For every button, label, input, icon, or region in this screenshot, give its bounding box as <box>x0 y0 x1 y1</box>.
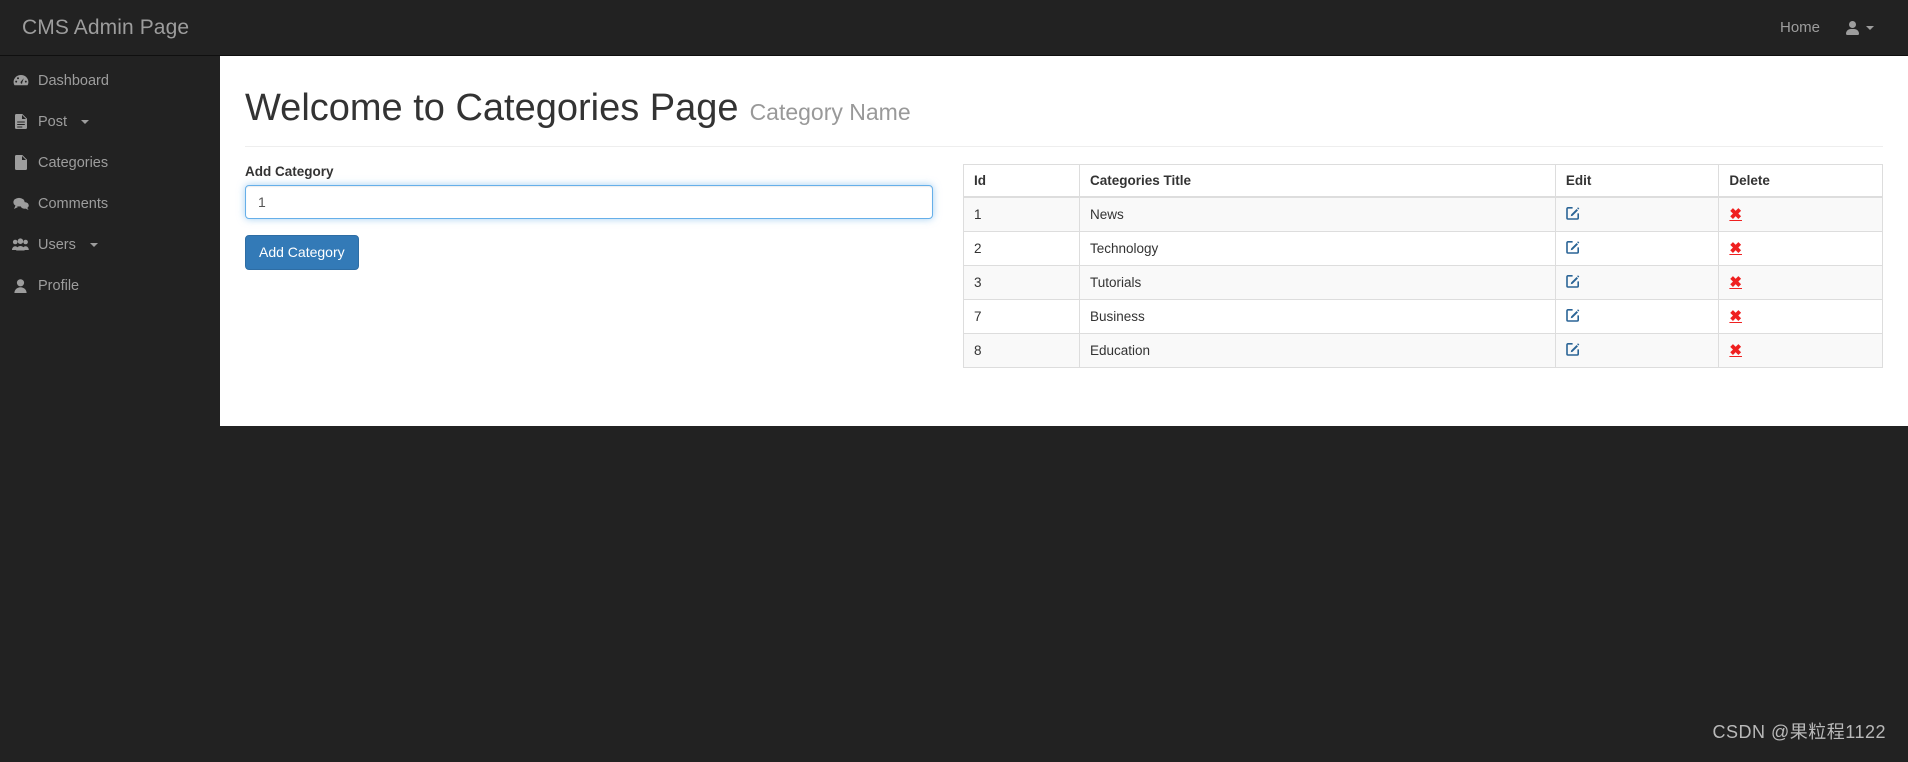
edit-square-icon[interactable] <box>1566 308 1580 322</box>
cell-edit <box>1554 230 1720 266</box>
page-header: Welcome to Categories Page Category Name <box>220 56 1908 130</box>
cell-delete: ✖ <box>1718 332 1883 368</box>
cell-id: 3 <box>963 264 1080 300</box>
cell-delete: ✖ <box>1718 196 1883 232</box>
watermark: CSDN @果粒程1122 <box>1712 722 1886 742</box>
cell-edit <box>1554 298 1720 334</box>
times-icon[interactable]: ✖ <box>1729 275 1742 290</box>
cell-delete: ✖ <box>1718 230 1883 266</box>
times-icon[interactable]: ✖ <box>1729 309 1742 324</box>
table-row: 2 Technology ✖ <box>963 230 1883 266</box>
dashboard-icon <box>12 73 29 88</box>
page-title: Welcome to Categories Page <box>245 87 739 129</box>
file-text-icon <box>12 114 29 129</box>
sidebar-item-label: Post <box>38 113 68 130</box>
table-header-row: Id Categories Title Edit Delete <box>963 163 1883 198</box>
chevron-down-icon <box>1866 25 1874 30</box>
sidebar-item-dashboard[interactable]: Dashboard <box>0 60 220 101</box>
column-header-title: Categories Title <box>1078 163 1556 198</box>
column-header-id: Id <box>963 163 1080 198</box>
sidebar: Dashboard Post Categories Comments Users… <box>0 56 220 762</box>
cell-edit <box>1554 196 1720 232</box>
cell-edit <box>1554 264 1720 300</box>
categories-table-wrapper: Id Categories Title Edit Delete 1 News ✖ 2 T… <box>963 163 1883 368</box>
page-subtitle: Category Name <box>749 99 911 125</box>
cell-delete: ✖ <box>1718 298 1883 334</box>
sidebar-item-comments[interactable]: Comments <box>0 183 220 224</box>
sidebar-item-label: Categories <box>38 154 109 171</box>
add-category-form: Add Category Add Category <box>245 164 933 368</box>
content-panel: Welcome to Categories Page Category Name… <box>220 56 1908 426</box>
column-header-delete: Delete <box>1718 163 1883 198</box>
column-header-edit: Edit <box>1554 163 1720 198</box>
user-dropdown-toggle[interactable] <box>1836 20 1890 35</box>
navbar-right-group: Home <box>1764 0 1890 56</box>
chevron-down-icon <box>81 119 90 124</box>
edit-square-icon[interactable] <box>1566 206 1580 220</box>
cell-id: 7 <box>963 298 1080 334</box>
sidebar-item-categories[interactable]: Categories <box>0 142 220 183</box>
category-title-input[interactable] <box>245 184 933 219</box>
user-icon <box>12 278 29 293</box>
navbar-brand[interactable]: CMS Admin Page <box>22 17 189 38</box>
sidebar-item-post[interactable]: Post <box>0 101 220 142</box>
edit-square-icon[interactable] <box>1566 240 1580 254</box>
cell-id: 2 <box>963 230 1080 266</box>
table-row: 7 Business ✖ <box>963 298 1883 334</box>
table-body: 1 News ✖ 2 Technology ✖ 3 Tutorials ✖ 7 Business ✖ 8… <box>963 196 1883 368</box>
cell-delete: ✖ <box>1718 264 1883 300</box>
add-category-button[interactable]: Add Category <box>245 234 359 271</box>
cell-title: Technology <box>1078 230 1556 266</box>
times-icon[interactable]: ✖ <box>1729 207 1742 222</box>
times-icon[interactable]: ✖ <box>1729 343 1742 358</box>
comments-icon <box>12 196 29 211</box>
sidebar-item-label: Comments <box>38 195 109 212</box>
chevron-down-icon <box>89 242 98 247</box>
top-navbar: CMS Admin Page Home <box>0 0 1908 56</box>
table-row: 8 Education ✖ <box>963 332 1883 368</box>
sidebar-item-label: Profile <box>38 277 80 294</box>
app-root: CMS Admin Page Home Dashboard Post Categ… <box>0 0 1908 762</box>
table-row: 3 Tutorials ✖ <box>963 264 1883 300</box>
cell-edit <box>1554 332 1720 368</box>
edit-square-icon[interactable] <box>1566 274 1580 288</box>
nav-link-home[interactable]: Home <box>1764 0 1836 56</box>
add-category-label: Add Category <box>245 163 334 179</box>
users-icon <box>12 237 29 252</box>
file-icon <box>12 155 29 170</box>
cell-title: Business <box>1078 298 1556 334</box>
cell-title: Education <box>1078 332 1556 368</box>
cell-title: Tutorials <box>1078 264 1556 300</box>
user-icon <box>1846 20 1859 35</box>
sidebar-item-label: Users <box>38 236 76 253</box>
times-icon[interactable]: ✖ <box>1729 241 1742 256</box>
cell-id: 8 <box>963 332 1080 368</box>
sidebar-item-label: Dashboard <box>38 72 109 89</box>
categories-table: Id Categories Title Edit Delete 1 News ✖ 2 T… <box>963 163 1883 368</box>
content-row: Add Category Add Category Id Categories … <box>220 147 1908 368</box>
cell-id: 1 <box>963 196 1080 232</box>
table-head: Id Categories Title Edit Delete <box>963 163 1883 198</box>
cell-title: News <box>1078 196 1556 232</box>
sidebar-item-users[interactable]: Users <box>0 224 220 265</box>
sidebar-item-profile[interactable]: Profile <box>0 265 220 306</box>
table-row: 1 News ✖ <box>963 196 1883 232</box>
edit-square-icon[interactable] <box>1566 342 1580 356</box>
